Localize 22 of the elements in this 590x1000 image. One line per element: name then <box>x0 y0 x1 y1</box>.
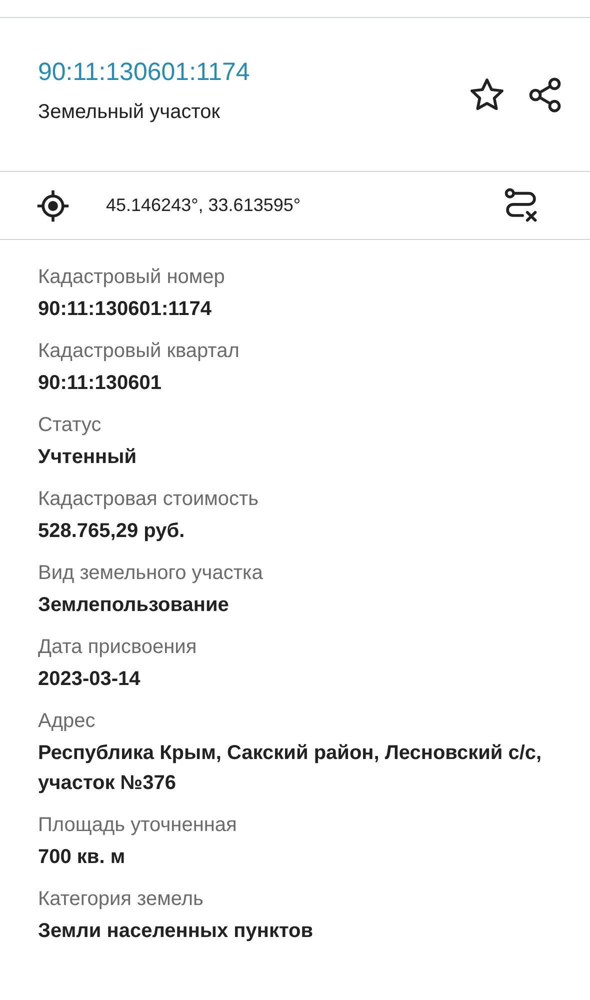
object-type: Земельный участок <box>38 100 222 126</box>
field-value: 2023-03-14 <box>38 667 142 692</box>
field-value: Землепользование <box>38 593 230 618</box>
cadastral-number-title: 90:11:130601:1174 <box>38 56 251 88</box>
field-label: Кадастровый квартал <box>38 339 240 364</box>
coordinates: 45.146243°, 33.613595° <box>106 194 302 217</box>
field-value: 700 кв. м <box>38 845 126 870</box>
field-label: Адрес <box>38 709 96 734</box>
field-label: Кадастровый номер <box>38 265 226 290</box>
field-label: Кадастровая стоимость <box>38 487 260 512</box>
field-value: Учтенный <box>38 445 138 470</box>
field-label: Дата присвоения <box>38 635 198 660</box>
field-value: Республика Крым, Сакский район, Лесновский с/с, участок №376 <box>38 741 543 796</box>
field-value: 90:11:130601:1174 <box>38 297 212 322</box>
field-label: Категория земель <box>38 887 204 912</box>
field-value: 528.765,29 руб. <box>38 519 186 544</box>
field-label: Вид земельного участка <box>38 561 264 586</box>
field-value: 90:11:130601 <box>38 371 162 396</box>
location-target-icon[interactable] <box>36 188 70 222</box>
field-label: Статус <box>38 413 102 438</box>
field-value: Земли населенных пунктов <box>38 919 314 944</box>
field-label: Площадь уточненная <box>38 813 238 838</box>
